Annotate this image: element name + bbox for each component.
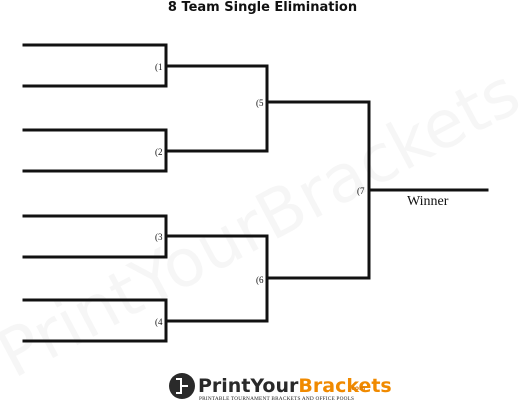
logo-com: .com — [349, 385, 365, 392]
winner-label: Winner — [407, 194, 449, 209]
game-label-2: (2 — [155, 147, 163, 157]
game-label-5: (5 — [256, 98, 264, 108]
logo-brackets: Brackets — [298, 375, 391, 397]
logo-your: Your — [249, 375, 299, 397]
logo-tagline: PRINTABLE TOURNAMENT BRACKETS AND OFFICE… — [199, 396, 354, 402]
bracket-game-2-lines — [22, 128, 269, 173]
game-label-6: (6 — [256, 275, 264, 285]
game-label-7: (7 — [357, 186, 365, 196]
game-label-3: (3 — [155, 232, 163, 242]
logo-print: Print — [198, 375, 250, 397]
bracket-game-1-lines — [22, 43, 269, 88]
game-label-4: (4 — [155, 317, 163, 327]
bracket-diagram: PrintYourBrackets (1 (2 (3 (4 (5 (6 (7 W… — [22, 43, 489, 402]
printyourbrackets-logo: PrintYourBrackets .com PRINTABLE TOURNAM… — [169, 373, 392, 402]
game-label-1: (1 — [155, 62, 163, 72]
